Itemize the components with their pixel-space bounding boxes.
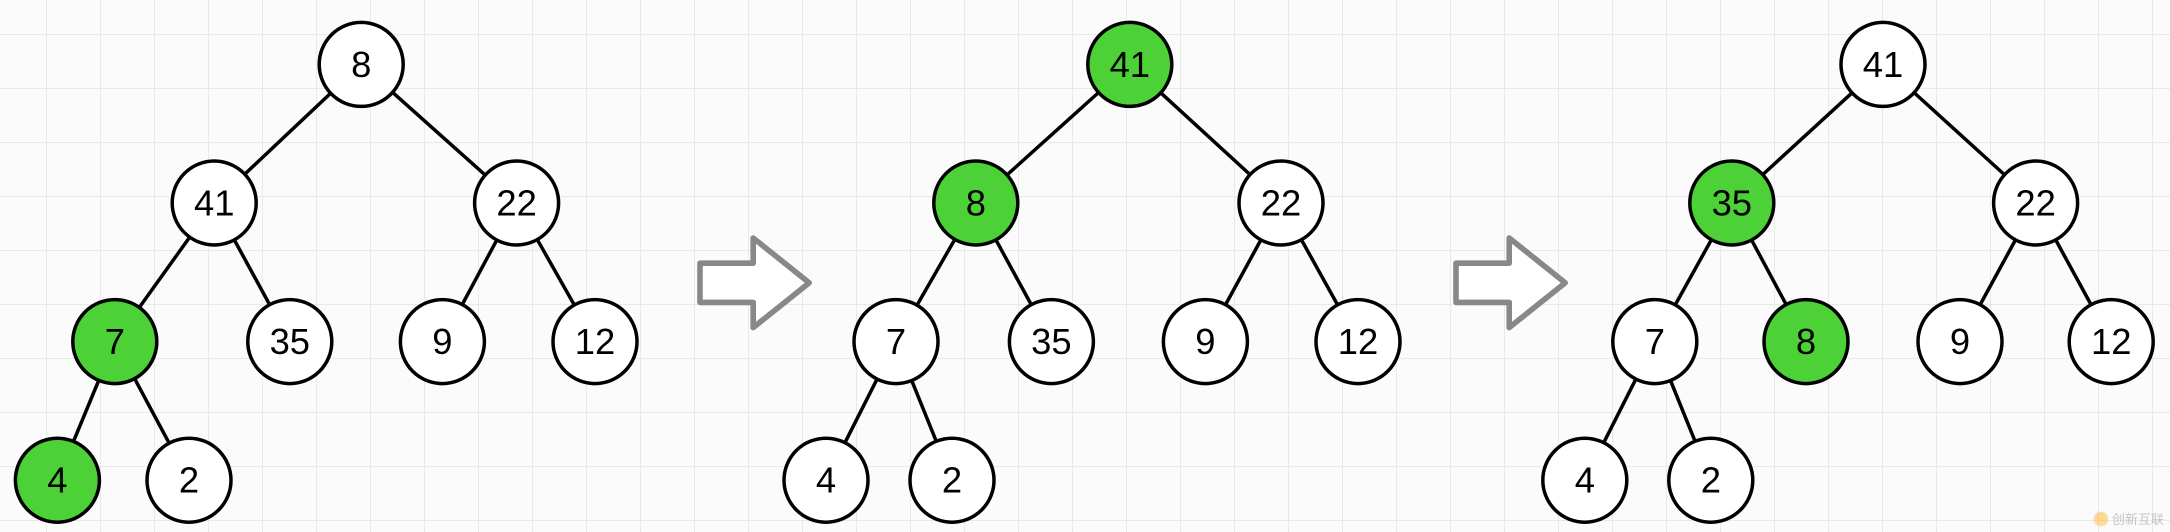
tree-edge <box>845 379 877 443</box>
tree-edge <box>139 237 189 307</box>
tree-node-value: 12 <box>575 321 615 362</box>
tree-diagram-canvas: 8 41 22 7 35 9 12 4 2 41 8 22 7 35 9 12 4 2 41 35 22 7 8 9 12 4 2 <box>0 0 2170 532</box>
tree-edge <box>917 239 955 305</box>
tree-node: 8 <box>319 22 403 106</box>
tree-node-value: 9 <box>1195 321 1215 362</box>
tree-node-value: 8 <box>351 44 371 85</box>
arrow-right-icon <box>1456 238 1565 328</box>
tree-edge <box>462 240 497 305</box>
tree-node: 12 <box>553 300 637 384</box>
tree-edge <box>1671 381 1696 442</box>
tree-node: 8 <box>1764 300 1848 384</box>
tree-node-value: 22 <box>1261 183 1301 224</box>
tree-node: 2 <box>910 438 994 522</box>
tree-node-value: 2 <box>942 460 962 501</box>
tree-node: 41 <box>1841 22 1925 106</box>
tree-node-value: 7 <box>105 321 125 362</box>
tree-node: 8 <box>934 161 1018 245</box>
tree-node: 4 <box>15 438 99 522</box>
tree-node: 41 <box>172 161 256 245</box>
tree-node-value: 2 <box>1701 460 1721 501</box>
watermark-text: 创新互联 <box>2112 509 2164 528</box>
tree-edge <box>1161 93 1250 175</box>
tree-node-value: 22 <box>2015 183 2055 224</box>
tree-node: 7 <box>854 300 938 384</box>
tree-edge <box>1675 240 1711 305</box>
tree-node: 35 <box>248 300 332 384</box>
tree-edge <box>245 93 331 174</box>
tree-edge <box>1980 240 2015 305</box>
tree-node-value: 41 <box>1110 44 1150 85</box>
tree-node: 7 <box>1613 300 1697 384</box>
tree-node: 2 <box>1669 438 1753 522</box>
tree-edge <box>73 380 98 441</box>
tree-node: 4 <box>1543 438 1627 522</box>
tree-edge <box>1752 240 1787 305</box>
tree-edge <box>234 240 269 305</box>
tree-edge <box>537 240 574 305</box>
tree-node: 35 <box>1690 161 1774 245</box>
tree-node-value: 4 <box>47 460 67 501</box>
tree-node-value: 7 <box>1645 321 1665 362</box>
tree-edge <box>912 381 937 442</box>
tree-node-value: 12 <box>2091 321 2131 362</box>
tree-node: 12 <box>1316 300 1400 384</box>
tree-node-value: 22 <box>496 183 536 224</box>
tree-edge <box>135 379 170 444</box>
logo-icon <box>2094 512 2108 526</box>
tree-node: 12 <box>2069 300 2153 384</box>
tree-node: 22 <box>475 161 559 245</box>
tree-node-value: 9 <box>1950 321 1970 362</box>
tree-node-value: 8 <box>1796 321 1816 362</box>
tree-node: 9 <box>1918 300 2002 384</box>
tree-node-value: 2 <box>179 460 199 501</box>
tree-node-value: 8 <box>966 183 986 224</box>
tree-edge <box>1604 379 1636 443</box>
tree-node: 9 <box>1163 300 1247 384</box>
tree-edge <box>996 240 1031 305</box>
tree-node-value: 9 <box>432 321 452 362</box>
tree-node-value: 35 <box>1031 321 1071 362</box>
tree-node: 7 <box>73 300 157 384</box>
tree-edge <box>1914 93 2004 175</box>
watermark: 创新互联 <box>2094 509 2164 528</box>
tree-node-value: 4 <box>816 460 836 501</box>
arrow-right-icon <box>700 238 809 328</box>
tree-node-value: 12 <box>1338 321 1378 362</box>
tree-node: 41 <box>1088 22 1172 106</box>
tree-node: 4 <box>784 438 868 522</box>
tree-node-value: 35 <box>270 321 310 362</box>
tree-node-value: 41 <box>194 183 234 224</box>
tree-edge <box>1763 93 1852 175</box>
tree-node-value: 7 <box>886 321 906 362</box>
tree-node: 35 <box>1009 300 1093 384</box>
tree-node-value: 35 <box>1712 183 1752 224</box>
tree-node: 22 <box>1239 161 1323 245</box>
tree-node: 9 <box>400 300 484 384</box>
tree-edge <box>393 92 486 175</box>
tree-edge <box>2056 240 2091 305</box>
tree-edge <box>1301 240 1337 305</box>
tree-edge <box>1007 92 1099 174</box>
tree-node: 22 <box>1994 161 2078 245</box>
tree-node: 2 <box>147 438 231 522</box>
tree-node-value: 4 <box>1575 460 1595 501</box>
tree-edge <box>1226 240 1261 305</box>
tree-node-value: 41 <box>1863 44 1903 85</box>
